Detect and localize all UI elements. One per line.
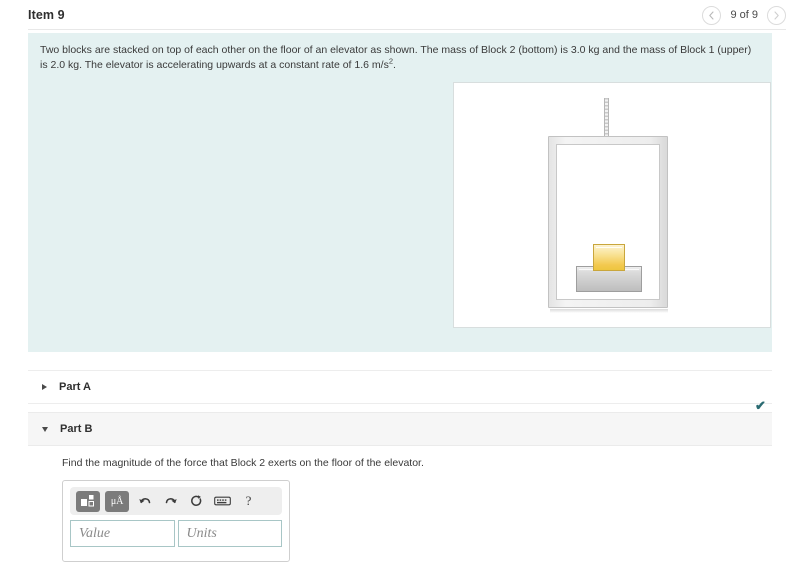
help-icon-label: ?	[245, 493, 252, 508]
page-header: Item 9 9 of 9	[0, 0, 800, 30]
part-b-label: Part B	[60, 423, 93, 435]
reset-icon[interactable]	[186, 491, 207, 512]
elevator-shadow	[550, 309, 668, 313]
triangle-right-icon[interactable]	[42, 384, 47, 390]
units-icon[interactable]: μÅ	[105, 490, 129, 512]
part-a-label: Part A	[59, 381, 91, 393]
block-1-upper	[593, 244, 625, 271]
part-b-header[interactable]: Part B	[28, 412, 772, 446]
previous-item-button[interactable]	[702, 5, 722, 25]
elevator-cable	[604, 98, 609, 138]
template-icon[interactable]	[76, 490, 100, 512]
undo-icon[interactable]	[134, 491, 155, 512]
keyboard-icon[interactable]	[212, 491, 233, 512]
units-input-placeholder: Units	[186, 525, 217, 541]
item-navigation: 9 of 9	[702, 5, 786, 25]
problem-text-tail: .	[393, 59, 396, 71]
chevron-right-icon	[773, 10, 780, 20]
header-divider	[28, 29, 786, 30]
problem-figure	[453, 82, 771, 328]
value-input[interactable]: Value	[70, 520, 175, 547]
units-icon-label: μÅ	[110, 495, 124, 507]
problem-text: Two blocks are stacked on top of each ot…	[40, 43, 756, 73]
part-b-question: Find the magnitude of the force that Blo…	[62, 457, 424, 469]
page-title: Item 9	[28, 8, 65, 22]
problem-statement-panel: Two blocks are stacked on top of each ot…	[28, 33, 772, 352]
next-item-button[interactable]	[767, 5, 786, 25]
units-input[interactable]: Units	[177, 520, 282, 547]
help-icon[interactable]: ?	[238, 491, 259, 512]
value-input-placeholder: Value	[79, 525, 111, 541]
elevator-diagram	[454, 83, 770, 327]
redo-icon[interactable]	[160, 491, 181, 512]
answer-entry-box: μÅ ? Value Units	[62, 480, 290, 562]
item-counter: 9 of 9	[730, 9, 758, 21]
triangle-down-icon[interactable]	[42, 426, 48, 432]
answer-fields: Value Units	[70, 520, 282, 547]
answer-toolbar: μÅ ?	[70, 487, 282, 515]
part-a-header[interactable]: Part A	[28, 370, 772, 404]
chevron-left-icon	[708, 10, 715, 20]
